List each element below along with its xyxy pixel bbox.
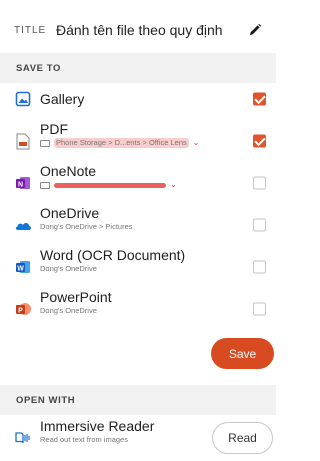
onedrive-checkbox[interactable] [253,218,266,232]
save-button[interactable]: Save [211,338,274,369]
destination-name: PDF [40,121,68,137]
destination-onenote[interactable]: N OneNote ⌄ [0,162,276,204]
word-icon: W [14,258,32,276]
destination-word[interactable]: W Word (OCR Document) Dong's OneDrive [0,246,276,288]
app-name: Immersive Reader [40,418,155,434]
svg-text:W: W [17,266,24,273]
folder-icon [40,139,50,147]
folder-icon [40,181,50,189]
destination-name: Word (OCR Document) [40,247,186,263]
destination-subtitle: Dong's OneDrive [40,264,97,273]
read-button[interactable]: Read [212,422,273,454]
svg-text:N: N [18,182,23,189]
destination-pdf[interactable]: PDF Phone Storage > D...ents > Office Le… [0,120,276,162]
destination-subtitle: Dong's OneDrive > Pictures [40,222,133,231]
gallery-icon [14,90,32,108]
destination-path: Phone Storage > D...ents > Office Lens ⌄ [40,138,236,148]
title-row: TITLE Đánh tên file theo quy định [0,12,276,48]
word-checkbox[interactable] [253,260,266,274]
destination-path-text: Phone Storage > D...ents > Office Lens [54,138,189,148]
chevron-down-icon[interactable]: ⌄ [193,138,200,148]
destination-name: Gallery [40,91,85,107]
destination-path: ⌄ [40,180,236,190]
title-input[interactable]: Đánh tên file theo quy định [56,22,246,38]
office-lens-export-page: TITLE Đánh tên file theo quy định SAVE T… [0,0,276,461]
svg-text:P: P [18,308,23,315]
pencil-icon[interactable] [246,21,264,39]
destination-gallery[interactable]: Gallery [0,78,276,120]
onedrive-icon [14,216,32,234]
chevron-down-icon[interactable]: ⌄ [170,180,177,190]
immersive-reader-icon [14,429,32,447]
gallery-checkbox[interactable] [253,92,266,106]
open-with-heading: OPEN WITH [0,385,276,415]
powerpoint-checkbox[interactable] [253,302,266,316]
onenote-checkbox[interactable] [253,176,266,190]
destination-name: OneNote [40,163,97,179]
title-label: TITLE [14,24,47,36]
destination-onedrive[interactable]: OneDrive Dong's OneDrive > Pictures [0,204,276,246]
pdf-icon [14,132,32,150]
destination-name: OneDrive [40,205,100,221]
app-subtitle: Read out text from images [40,435,128,444]
redacted-path [54,182,166,188]
destination-name: PowerPoint [40,289,112,305]
powerpoint-icon: P [14,300,32,318]
onenote-icon: N [14,174,32,192]
destination-powerpoint[interactable]: P PowerPoint Dong's OneDrive [0,288,276,330]
destination-subtitle: Dong's OneDrive [40,306,97,315]
pdf-checkbox[interactable] [253,134,266,148]
